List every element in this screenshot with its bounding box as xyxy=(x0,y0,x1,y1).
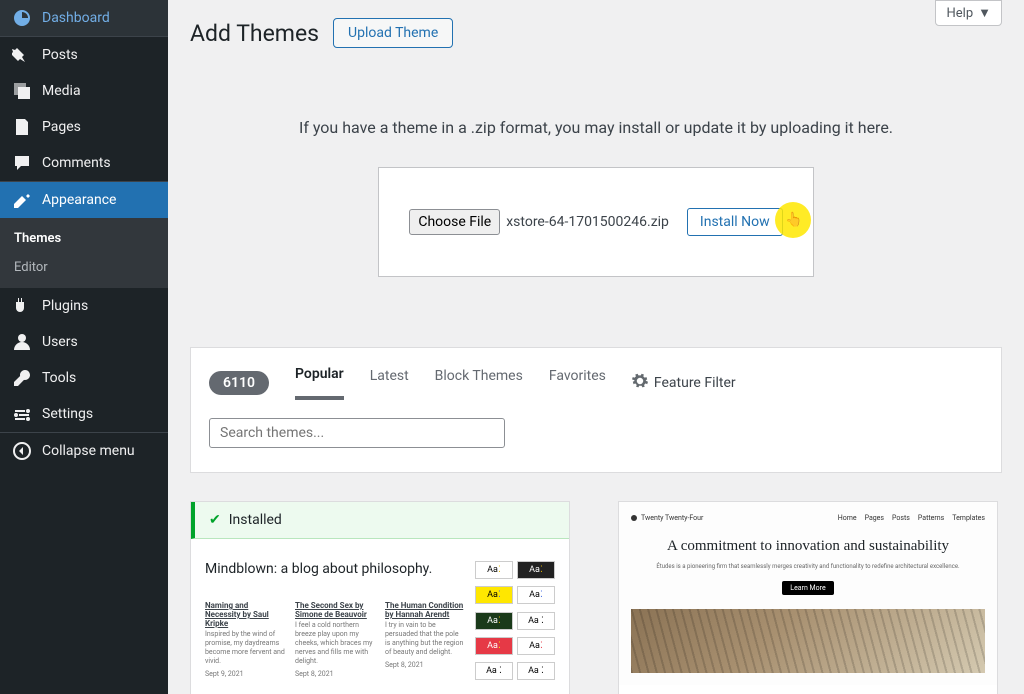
tab-favorites[interactable]: Favorites xyxy=(549,368,606,398)
sidebar-label: Pages xyxy=(42,119,81,135)
swatch-grid: Aa ⁚ Aa ⁚ Aa ⁚ Aa ⁚ Aa ⁚ Aa ⁚ Aa ⁚ Aa ⁚ … xyxy=(475,561,555,684)
sidebar-label: Plugins xyxy=(42,298,88,314)
page-title: Add Themes xyxy=(190,20,319,47)
upload-panel: If you have a theme in a .zip format, yo… xyxy=(190,118,1002,277)
tab-block-themes[interactable]: Block Themes xyxy=(435,368,523,398)
sidebar-label: Collapse menu xyxy=(42,443,135,459)
sidebar-label: Appearance xyxy=(42,192,116,208)
theme-preview: Mindblown: a blog about philosophy. Nami… xyxy=(191,539,569,694)
pages-icon xyxy=(12,117,32,137)
preview-title: Mindblown: a blog about philosophy. xyxy=(205,561,465,577)
gear-icon xyxy=(632,373,648,393)
help-button[interactable]: Help ▼ xyxy=(935,0,1002,26)
sidebar-item-tools[interactable]: Tools xyxy=(0,360,168,396)
upload-instruction: If you have a theme in a .zip format, yo… xyxy=(190,118,1002,137)
theme-count-badge: 6110 xyxy=(209,371,269,395)
selected-filename: xstore-64-1701500246.zip xyxy=(506,214,669,230)
sidebar-label: Settings xyxy=(42,406,93,422)
appearance-icon xyxy=(12,190,32,210)
cursor-pointer-icon: 👆 xyxy=(785,212,802,228)
appearance-submenu: Themes Editor xyxy=(0,218,168,288)
admin-sidebar: Dashboard Posts Media Pages Comments App… xyxy=(0,0,168,694)
submenu-editor[interactable]: Editor xyxy=(0,253,168,282)
sidebar-item-collapse[interactable]: Collapse menu xyxy=(0,433,168,469)
filter-row: 6110 Popular Latest Block Themes Favorit… xyxy=(209,366,983,400)
sidebar-label: Posts xyxy=(42,47,78,63)
comments-icon xyxy=(12,153,32,173)
filter-panel: 6110 Popular Latest Block Themes Favorit… xyxy=(190,347,1002,473)
sidebar-label: Comments xyxy=(42,155,111,171)
choose-file-button[interactable]: Choose File xyxy=(409,209,500,235)
sidebar-item-pages[interactable]: Pages xyxy=(0,109,168,145)
installed-badge: ✔ Installed xyxy=(191,502,569,539)
tools-icon xyxy=(12,368,32,388)
settings-icon xyxy=(12,404,32,424)
theme-card[interactable]: Twenty Twenty-Four Home Pages Posts Patt… xyxy=(618,501,998,694)
users-icon xyxy=(12,332,32,352)
sidebar-label: Users xyxy=(42,334,78,350)
feature-filter-button[interactable]: Feature Filter xyxy=(632,373,736,393)
theme-preview: Twenty Twenty-Four Home Pages Posts Patt… xyxy=(619,502,997,685)
media-icon xyxy=(12,81,32,101)
sidebar-item-settings[interactable]: Settings xyxy=(0,396,168,432)
themes-grid: ✔ Installed Mindblown: a blog about phil… xyxy=(190,501,1002,694)
sidebar-label: Tools xyxy=(42,370,76,386)
chevron-down-icon: ▼ xyxy=(978,5,991,21)
sidebar-item-dashboard[interactable]: Dashboard xyxy=(0,0,168,36)
sidebar-label: Media xyxy=(42,83,81,99)
dashboard-icon xyxy=(12,8,32,28)
sidebar-item-comments[interactable]: Comments xyxy=(0,145,168,181)
sidebar-item-media[interactable]: Media xyxy=(0,73,168,109)
tab-popular[interactable]: Popular xyxy=(295,366,344,400)
upload-theme-button[interactable]: Upload Theme xyxy=(333,18,453,48)
pin-icon xyxy=(12,45,32,65)
check-icon: ✔ xyxy=(209,512,221,528)
sidebar-item-appearance[interactable]: Appearance xyxy=(0,182,168,218)
theme-card[interactable]: ✔ Installed Mindblown: a blog about phil… xyxy=(190,501,570,694)
plugins-icon xyxy=(12,296,32,316)
sidebar-item-users[interactable]: Users xyxy=(0,324,168,360)
install-now-button[interactable]: Install Now xyxy=(687,208,783,236)
submenu-themes[interactable]: Themes xyxy=(0,224,168,253)
upload-box: Choose File xstore-64-1701500246.zip Ins… xyxy=(378,167,813,277)
collapse-icon xyxy=(12,441,32,461)
page-header: Add Themes Upload Theme xyxy=(190,18,1002,48)
sidebar-item-plugins[interactable]: Plugins xyxy=(0,288,168,324)
tab-latest[interactable]: Latest xyxy=(370,368,409,398)
sidebar-item-posts[interactable]: Posts xyxy=(0,37,168,73)
main-content: Help ▼ Add Themes Upload Theme If you ha… xyxy=(168,0,1024,694)
sidebar-label: Dashboard xyxy=(42,10,110,26)
search-themes-input[interactable] xyxy=(209,418,505,448)
preview-image xyxy=(631,609,985,673)
